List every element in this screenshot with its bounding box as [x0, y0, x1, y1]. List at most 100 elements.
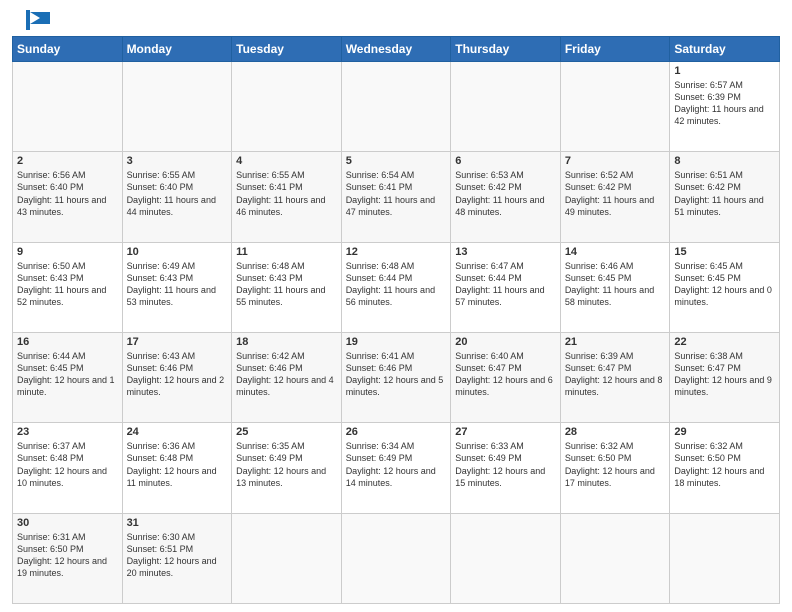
day-cell: 3 Sunrise: 6:55 AM Sunset: 6:40 PM Daylig… [122, 152, 232, 242]
day-number: 27 [455, 426, 556, 438]
day-cell: 12Sunrise: 6:48 AM Sunset: 6:44 PM Dayli… [341, 242, 451, 332]
day-cell: 4Sunrise: 6:55 AM Sunset: 6:41 PM Daylig… [232, 152, 342, 242]
day-cell: 6Sunrise: 6:53 AM Sunset: 6:42 PM Daylig… [451, 152, 561, 242]
day-cell: 20Sunrise: 6:40 AM Sunset: 6:47 PM Dayli… [451, 332, 561, 422]
day-cell: 14Sunrise: 6:46 AM Sunset: 6:45 PM Dayli… [560, 242, 670, 332]
day-cell [670, 513, 780, 603]
day-info: Sunrise: 6:34 AM Sunset: 6:49 PM Dayligh… [346, 440, 447, 489]
day-info: Sunrise: 6:45 AM Sunset: 6:45 PM Dayligh… [674, 260, 775, 309]
day-info: Sunrise: 6:41 AM Sunset: 6:46 PM Dayligh… [346, 350, 447, 399]
weekday-saturday: Saturday [670, 37, 780, 62]
day-info: Sunrise: 6:37 AM Sunset: 6:48 PM Dayligh… [17, 440, 118, 489]
weekday-tuesday: Tuesday [232, 37, 342, 62]
day-info: Sunrise: 6:36 AM Sunset: 6:48 PM Dayligh… [127, 440, 228, 489]
day-number: 2 [17, 155, 118, 167]
day-cell: 10 Sunrise: 6:49 AM Sunset: 6:43 PM Dayli… [122, 242, 232, 332]
day-info: Sunrise: 6:39 AM Sunset: 6:47 PM Dayligh… [565, 350, 666, 399]
day-number: 7 [565, 155, 666, 167]
weekday-monday: Monday [122, 37, 232, 62]
day-cell: 2 Sunrise: 6:56 AM Sunset: 6:40 PM Daylig… [13, 152, 123, 242]
top-header [12, 10, 780, 30]
day-info: Sunrise: 6:48 AM Sunset: 6:43 PM Dayligh… [236, 260, 337, 309]
day-info: Sunrise: 6:30 AM Sunset: 6:51 PM Dayligh… [127, 531, 228, 580]
day-info: Sunrise: 6:42 AM Sunset: 6:46 PM Dayligh… [236, 350, 337, 399]
day-number: 23 [17, 426, 118, 438]
day-number: 29 [674, 426, 775, 438]
day-cell: 25 Sunrise: 6:35 AM Sunset: 6:49 PM Dayli… [232, 423, 342, 513]
day-number: 22 [674, 336, 775, 348]
day-number: 13 [455, 246, 556, 258]
day-number: 3 [127, 155, 228, 167]
logo [12, 10, 62, 30]
day-number: 14 [565, 246, 666, 258]
day-info: Sunrise: 6:57 AM Sunset: 6:39 PM Dayligh… [674, 79, 775, 128]
day-cell: 9 Sunrise: 6:50 AM Sunset: 6:43 PM Daylig… [13, 242, 123, 332]
day-number: 17 [127, 336, 228, 348]
day-info: Sunrise: 6:38 AM Sunset: 6:47 PM Dayligh… [674, 350, 775, 399]
day-info: Sunrise: 6:35 AM Sunset: 6:49 PM Dayligh… [236, 440, 337, 489]
day-number: 11 [236, 246, 337, 258]
day-cell: 28 Sunrise: 6:32 AM Sunset: 6:50 PM Dayli… [560, 423, 670, 513]
calendar-body: 1 Sunrise: 6:57 AM Sunset: 6:39 PM Daylig… [13, 62, 780, 604]
day-info: Sunrise: 6:31 AM Sunset: 6:50 PM Dayligh… [17, 531, 118, 580]
weekday-sunday: Sunday [13, 37, 123, 62]
day-number: 8 [674, 155, 775, 167]
day-info: Sunrise: 6:54 AM Sunset: 6:41 PM Dayligh… [346, 169, 447, 218]
day-cell: 16Sunrise: 6:44 AM Sunset: 6:45 PM Dayli… [13, 332, 123, 422]
weekday-thursday: Thursday [451, 37, 561, 62]
day-cell [451, 62, 561, 152]
day-info: Sunrise: 6:53 AM Sunset: 6:42 PM Dayligh… [455, 169, 556, 218]
day-info: Sunrise: 6:52 AM Sunset: 6:42 PM Dayligh… [565, 169, 666, 218]
day-cell [232, 62, 342, 152]
day-info: Sunrise: 6:49 AM Sunset: 6:43 PM Dayligh… [127, 260, 228, 309]
day-number: 9 [17, 246, 118, 258]
day-cell: 27Sunrise: 6:33 AM Sunset: 6:49 PM Dayli… [451, 423, 561, 513]
day-cell: 7 Sunrise: 6:52 AM Sunset: 6:42 PM Daylig… [560, 152, 670, 242]
calendar-table: SundayMondayTuesdayWednesdayThursdayFrid… [12, 36, 780, 604]
day-number: 30 [17, 517, 118, 529]
week-row-2: 2 Sunrise: 6:56 AM Sunset: 6:40 PM Daylig… [13, 152, 780, 242]
day-info: Sunrise: 6:40 AM Sunset: 6:47 PM Dayligh… [455, 350, 556, 399]
day-cell: 15 Sunrise: 6:45 AM Sunset: 6:45 PM Dayli… [670, 242, 780, 332]
day-cell [560, 62, 670, 152]
day-info: Sunrise: 6:50 AM Sunset: 6:43 PM Dayligh… [17, 260, 118, 309]
day-cell: 18 Sunrise: 6:42 AM Sunset: 6:46 PM Dayli… [232, 332, 342, 422]
day-cell [122, 62, 232, 152]
day-number: 26 [346, 426, 447, 438]
day-cell [451, 513, 561, 603]
day-cell: 21Sunrise: 6:39 AM Sunset: 6:47 PM Dayli… [560, 332, 670, 422]
day-info: Sunrise: 6:56 AM Sunset: 6:40 PM Dayligh… [17, 169, 118, 218]
day-info: Sunrise: 6:44 AM Sunset: 6:45 PM Dayligh… [17, 350, 118, 399]
day-info: Sunrise: 6:51 AM Sunset: 6:42 PM Dayligh… [674, 169, 775, 218]
day-number: 19 [346, 336, 447, 348]
day-number: 1 [674, 65, 775, 77]
day-cell [341, 513, 451, 603]
day-info: Sunrise: 6:32 AM Sunset: 6:50 PM Dayligh… [674, 440, 775, 489]
week-row-4: 16Sunrise: 6:44 AM Sunset: 6:45 PM Dayli… [13, 332, 780, 422]
page: SundayMondayTuesdayWednesdayThursdayFrid… [0, 0, 792, 612]
day-info: Sunrise: 6:43 AM Sunset: 6:46 PM Dayligh… [127, 350, 228, 399]
week-row-3: 9 Sunrise: 6:50 AM Sunset: 6:43 PM Daylig… [13, 242, 780, 332]
day-cell: 26 Sunrise: 6:34 AM Sunset: 6:49 PM Dayli… [341, 423, 451, 513]
weekday-friday: Friday [560, 37, 670, 62]
day-info: Sunrise: 6:32 AM Sunset: 6:50 PM Dayligh… [565, 440, 666, 489]
day-number: 24 [127, 426, 228, 438]
day-number: 15 [674, 246, 775, 258]
day-info: Sunrise: 6:55 AM Sunset: 6:40 PM Dayligh… [127, 169, 228, 218]
day-number: 18 [236, 336, 337, 348]
day-number: 10 [127, 246, 228, 258]
day-cell: 23 Sunrise: 6:37 AM Sunset: 6:48 PM Dayli… [13, 423, 123, 513]
day-info: Sunrise: 6:47 AM Sunset: 6:44 PM Dayligh… [455, 260, 556, 309]
day-cell: 1 Sunrise: 6:57 AM Sunset: 6:39 PM Daylig… [670, 62, 780, 152]
day-cell: 29 Sunrise: 6:32 AM Sunset: 6:50 PM Dayli… [670, 423, 780, 513]
day-cell: 30 Sunrise: 6:31 AM Sunset: 6:50 PM Dayli… [13, 513, 123, 603]
day-cell: 17 Sunrise: 6:43 AM Sunset: 6:46 PM Dayli… [122, 332, 232, 422]
day-number: 4 [236, 155, 337, 167]
day-cell [341, 62, 451, 152]
day-cell: 13 Sunrise: 6:47 AM Sunset: 6:44 PM Dayli… [451, 242, 561, 332]
day-number: 28 [565, 426, 666, 438]
week-row-1: 1 Sunrise: 6:57 AM Sunset: 6:39 PM Daylig… [13, 62, 780, 152]
day-cell: 11 Sunrise: 6:48 AM Sunset: 6:43 PM Dayli… [232, 242, 342, 332]
day-number: 25 [236, 426, 337, 438]
weekday-header-row: SundayMondayTuesdayWednesdayThursdayFrid… [13, 37, 780, 62]
